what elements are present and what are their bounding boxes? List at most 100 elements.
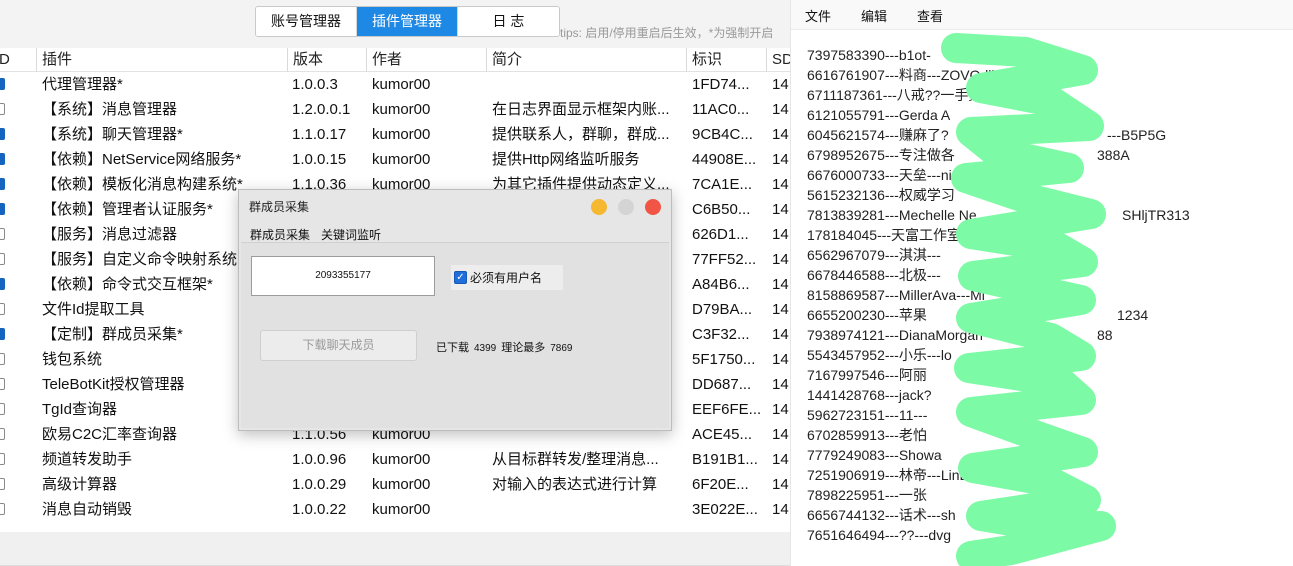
text-line-tail: SHljTR313 — [1122, 207, 1190, 223]
minimize-button[interactable] — [591, 199, 607, 215]
column-header-sd[interactable]: SD — [766, 48, 790, 72]
plugin-description — [492, 72, 684, 97]
text-line: 6702859913---老怕 — [807, 425, 1032, 445]
text-line: 6562967079---淇淇--- — [807, 245, 1032, 265]
text-line-content: 6616761907---料商---ZOVQdliBni — [807, 67, 1015, 83]
table-row[interactable]: 【系统】聊天管理器* 1.1.0.17 kumor00 提供联系人，群聊，群成... 9… — [0, 122, 790, 147]
plugin-sd: 14 — [772, 101, 789, 118]
enable-checkbox[interactable] — [0, 253, 5, 265]
plugin-name: 代理管理器* — [42, 76, 123, 93]
text-line-content: 1441428768---jack? — [807, 387, 932, 403]
table-row[interactable]: 高级计算器 1.0.0.29 kumor00 对输入的表达式进行计算 6F20E... 1… — [0, 472, 790, 497]
text-line-content: 5962723151---11--- — [807, 407, 928, 423]
text-line: 6676000733---天垒---ning77 — [807, 165, 1032, 185]
editor-text-area[interactable]: 7397583390---b1ot-d 6616761907---料商---ZOV… — [807, 45, 1190, 545]
plugin-id: 9CB4C... — [692, 126, 753, 143]
plugin-sd: 14 — [772, 351, 789, 368]
group-id-input[interactable]: 2093355177 — [251, 256, 435, 296]
plugin-id: D79BA... — [692, 301, 753, 318]
table-row[interactable]: 【依赖】NetService网络服务* 1.0.0.15 kumor00 提供Http… — [0, 147, 790, 172]
column-header-version[interactable]: 版本 — [287, 48, 367, 72]
plugin-version: 1.0.0.3 — [292, 76, 338, 93]
checkmark-icon[interactable]: ✓ — [454, 271, 467, 284]
plugin-sd: 14 — [772, 251, 789, 268]
enable-checkbox[interactable] — [0, 203, 5, 215]
download-members-button[interactable]: 下载聊天成员 — [260, 330, 417, 361]
enable-checkbox[interactable] — [0, 453, 5, 465]
plugin-version: 1.0.0.22 — [292, 501, 347, 518]
text-line-tail: 388A — [1097, 147, 1130, 163]
column-header-enabled[interactable]: D — [0, 48, 34, 72]
menu-item-group-member-collect[interactable]: 群成员采集 — [250, 226, 310, 243]
enable-checkbox[interactable] — [0, 328, 5, 340]
enable-checkbox[interactable] — [0, 378, 5, 390]
menu-view[interactable]: 查看 — [917, 6, 943, 25]
text-line-content: 7813839281---Mechelle Ne — [807, 207, 977, 223]
menu-item-keyword-monitor[interactable]: 关键词监听 — [321, 226, 381, 243]
enable-checkbox[interactable] — [0, 353, 5, 365]
enable-checkbox[interactable] — [0, 103, 5, 115]
text-line: 6045621574---赚麻了? ---B5P5G — [807, 125, 1166, 145]
column-header-id[interactable]: 标识 — [686, 48, 767, 72]
text-line: 178184045---天富工作室 — [807, 225, 1032, 245]
enable-checkbox[interactable] — [0, 128, 5, 140]
plugin-description — [492, 497, 684, 522]
close-button[interactable] — [645, 199, 661, 215]
tab-1[interactable]: 插件管理器 — [357, 7, 458, 36]
editor-menu-bar: 文件 编辑 查看 — [791, 0, 1293, 30]
text-line-content: 7779249083---Showa — [807, 447, 942, 463]
table-row[interactable]: 消息自动销毁 1.0.0.22 kumor00 3E022E... 14 — [0, 497, 790, 522]
text-line: 5543457952---小乐---lo — [807, 345, 1032, 365]
plugin-id: DD687... — [692, 376, 752, 393]
menu-file[interactable]: 文件 — [805, 6, 831, 25]
table-header: D 插件 版本 作者 简介 标识 SD — [0, 48, 790, 72]
plugin-name: 消息自动销毁 — [42, 501, 133, 518]
enable-checkbox[interactable] — [0, 428, 5, 440]
text-line: 6616761907---料商---ZOVQdliBni — [807, 65, 1032, 85]
plugin-id: 3E022E... — [692, 501, 758, 518]
enable-checkbox[interactable] — [0, 178, 5, 190]
column-header-author[interactable]: 作者 — [366, 48, 487, 72]
enable-checkbox[interactable] — [0, 503, 5, 515]
plugin-id: C3F32... — [692, 326, 750, 343]
group-member-collect-dialog: 群成员采集 群成员采集 关键词监听 2093355177 ✓ 必须有用户名 下载… — [238, 189, 672, 431]
table-row[interactable]: 【系统】消息管理器 1.2.0.0.1 kumor00 在日志界面显示框架内账... 1… — [0, 97, 790, 122]
column-header-description[interactable]: 简介 — [486, 48, 687, 72]
require-username-option[interactable]: ✓ 必须有用户名 — [451, 265, 563, 290]
text-line-content: 7397583390---b1ot- — [807, 47, 931, 63]
plugin-description: 从目标群转发/整理消息... — [492, 451, 659, 468]
downloaded-label: 已下载 — [436, 342, 469, 354]
plugin-sd: 14 — [772, 376, 789, 393]
table-row[interactable]: 代理管理器* 1.0.0.3 kumor00 1FD74... 14 — [0, 72, 790, 97]
maximize-button[interactable] — [618, 199, 634, 215]
text-line: 7397583390---b1ot-d — [807, 45, 1059, 65]
text-line-content: 178184045---天富工作室 — [807, 227, 962, 243]
enable-checkbox[interactable] — [0, 228, 5, 240]
text-line: 7167997546---阿丽 — [807, 365, 1032, 385]
plugin-id: A84B6... — [692, 276, 750, 293]
text-line: 6798952675---专注做各 388A — [807, 145, 1130, 165]
plugin-sd: 14 — [772, 76, 789, 93]
enable-checkbox[interactable] — [0, 278, 5, 290]
text-line-content: 6655200230---苹果 — [807, 307, 927, 323]
enable-checkbox[interactable] — [0, 78, 5, 90]
plugin-sd: 14 — [772, 501, 789, 518]
column-header-plugin[interactable]: 插件 — [36, 48, 288, 72]
text-line-content: 6702859913---老怕 — [807, 427, 927, 443]
plugin-sd: 14 — [772, 276, 789, 293]
text-line: 7779249083---Showa — [807, 445, 1032, 465]
text-line-content: 7938974121---DianaMorgan — [807, 327, 983, 343]
dialog-content: 2093355177 ✓ 必须有用户名 下载聊天成员 已下载 4399 理论最多 78… — [241, 242, 669, 428]
enable-checkbox[interactable] — [0, 153, 5, 165]
text-line: 6711187361---八戒??一手数据---baij — [807, 85, 1032, 105]
text-line: 7251906919---林帝---LinDi — [807, 465, 1032, 485]
enable-checkbox[interactable] — [0, 478, 5, 490]
menu-edit[interactable]: 编辑 — [861, 6, 887, 25]
text-line: 7813839281---Mechelle Ne SHljTR313 — [807, 205, 1190, 225]
plugin-description: 在日志界面显示框架内账... — [492, 101, 670, 118]
tab-0[interactable]: 账号管理器 — [256, 7, 357, 36]
enable-checkbox[interactable] — [0, 303, 5, 315]
tab-2[interactable]: 日 志 — [458, 7, 559, 36]
table-row[interactable]: 频道转发助手 1.0.0.96 kumor00 从目标群转发/整理消息... B191B… — [0, 447, 790, 472]
enable-checkbox[interactable] — [0, 403, 5, 415]
